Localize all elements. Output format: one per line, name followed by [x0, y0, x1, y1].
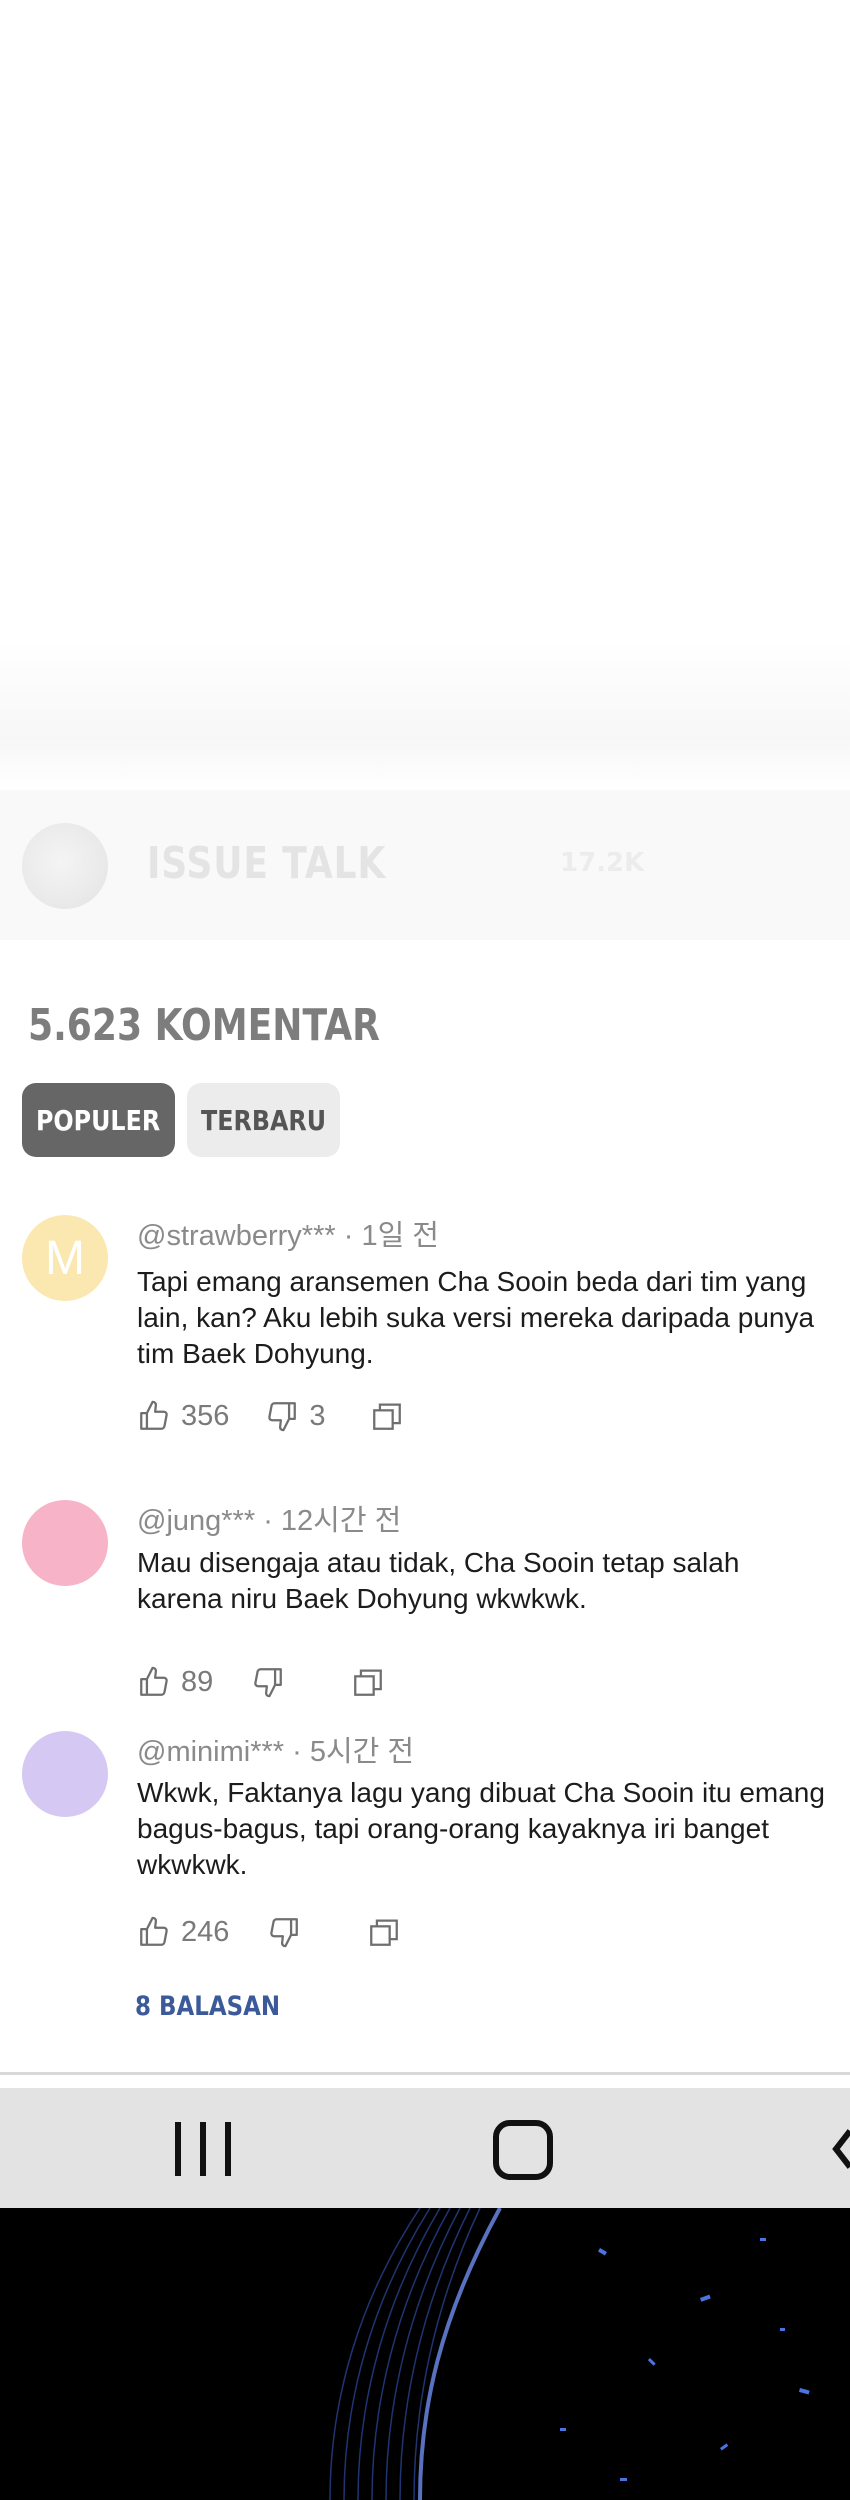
comment-time: 12시간 전 [280, 1505, 402, 1537]
like-count: 356 [181, 1399, 230, 1432]
like-button[interactable]: 356 [137, 1399, 229, 1433]
reply-button[interactable] [367, 1915, 401, 1949]
comment-text: Mau disengaja atau tidak, Cha Sooin teta… [137, 1547, 740, 1614]
dislike-button[interactable] [251, 1665, 295, 1699]
reply-button[interactable] [370, 1399, 404, 1433]
comment-actions: 246 [137, 1912, 401, 1952]
comment-count-heading: 5.623 KOMENTAR [28, 1000, 380, 1051]
dislike-count: 3 [309, 1399, 326, 1432]
reply-icon [354, 1669, 383, 1696]
thumbs-down-icon [270, 1918, 299, 1948]
comment-time: 1일 전 [361, 1220, 439, 1252]
comment-meta: @minimi*** · 5시간 전 [137, 1728, 414, 1770]
comment-meta: @jung*** · 12시간 전 [137, 1497, 401, 1539]
like-count: 89 [181, 1665, 214, 1698]
comment-meta: @strawberry*** · 1일 전 [137, 1212, 439, 1254]
comment-username[interactable]: @strawberry*** [137, 1220, 336, 1252]
comment-actions: 356 3 [137, 1396, 404, 1436]
reply-button[interactable] [351, 1665, 385, 1699]
thumbs-down-icon [268, 1402, 297, 1432]
issue-talk-avatar [22, 823, 108, 909]
like-button[interactable]: 246 [137, 1915, 229, 1949]
comment-username[interactable]: @jung*** [137, 1505, 255, 1537]
thumbs-up-icon [140, 1666, 168, 1696]
issue-talk-card[interactable] [0, 790, 850, 940]
comment-avatar[interactable]: M [22, 1215, 108, 1301]
avatar-letter: M [45, 1231, 85, 1285]
tab-terbaru[interactable]: TERBARU [187, 1083, 340, 1157]
tab-populer[interactable]: POPULER [22, 1083, 175, 1157]
comment-username[interactable]: @minimi*** [137, 1736, 284, 1768]
tab-populer-label: POPULER [36, 1103, 161, 1137]
blank-panel [0, 0, 850, 790]
wallpaper-background [0, 2208, 850, 2500]
like-count: 246 [181, 1915, 230, 1948]
thumbs-down-icon [254, 1668, 283, 1698]
comment-actions: 89 [137, 1662, 385, 1702]
recent-apps-icon[interactable] [172, 2120, 234, 2178]
comment-time: 5시간 전 [309, 1736, 415, 1768]
issue-talk-title: ISSUE TALK [147, 838, 387, 889]
view-replies-link[interactable]: 8 BALASAN [135, 1991, 280, 2022]
system-navigation-bar [0, 2088, 850, 2208]
like-button[interactable]: 89 [137, 1665, 213, 1699]
tab-terbaru-label: TERBARU [200, 1103, 327, 1137]
meta-separator: · [292, 1736, 310, 1768]
comment-text: Wkwk, Faktanya lagu yang dibuat Cha Sooi… [137, 1777, 825, 1880]
issue-talk-count: 17.2K [560, 848, 645, 878]
thumbs-up-icon [140, 1916, 168, 1946]
back-icon[interactable] [832, 2128, 850, 2170]
meta-separator: · [343, 1220, 362, 1252]
divider [0, 2072, 850, 2075]
comment-avatar[interactable] [22, 1500, 108, 1586]
reply-icon [372, 1403, 401, 1430]
dislike-button[interactable]: 3 [265, 1399, 326, 1433]
comment-text: Tapi emang aransemen Cha Sooin beda dari… [137, 1266, 815, 1369]
reply-icon [370, 1919, 399, 1946]
thumbs-up-icon [140, 1400, 168, 1430]
home-icon[interactable] [492, 2119, 554, 2181]
dislike-button[interactable] [267, 1915, 311, 1949]
comment-avatar[interactable] [22, 1731, 108, 1817]
meta-separator: · [263, 1505, 281, 1537]
